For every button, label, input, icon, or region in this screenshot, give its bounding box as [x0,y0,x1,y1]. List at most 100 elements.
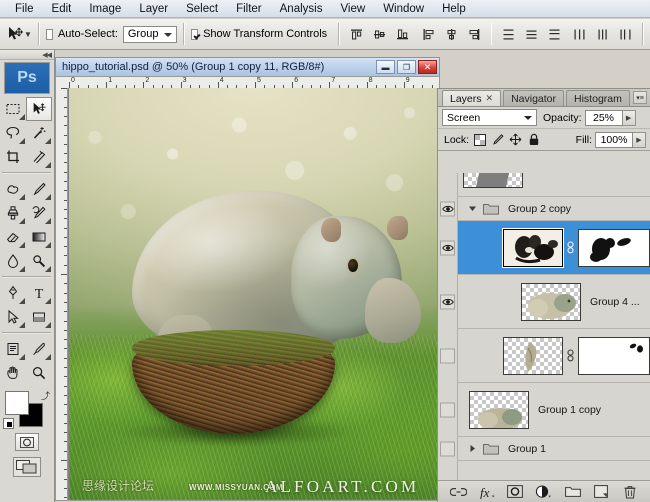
path-selection-tool[interactable] [0,305,26,329]
menu-item-select[interactable]: Select [177,2,227,16]
table-row[interactable]: Group 4 ... [438,275,650,329]
menu-item-help[interactable]: Help [433,2,475,16]
menu-item-view[interactable]: View [331,2,374,16]
new-layer-icon[interactable] [592,484,610,500]
eye-icon-off[interactable] [440,402,455,417]
distribute-left-edges-icon[interactable] [569,24,590,45]
fill-slider-arrow-icon[interactable]: ▶ [633,132,646,148]
table-row[interactable] [438,221,650,275]
add-layer-mask-icon[interactable] [506,484,524,500]
eye-icon[interactable] [440,294,455,309]
opacity-slider-arrow-icon[interactable]: ▶ [623,110,636,126]
align-horizontal-centers-icon[interactable] [441,24,462,45]
menu-item-edit[interactable]: Edit [43,2,81,16]
gradient-tool[interactable] [26,225,52,249]
hand-tool[interactable] [0,361,26,385]
move-tool[interactable] [26,97,52,121]
fill-input[interactable]: 100% [595,132,633,148]
lock-image-pixels-icon[interactable] [490,132,505,147]
eye-icon[interactable] [440,240,455,255]
align-left-edges-icon[interactable] [418,24,439,45]
distribute-horizontal-centers-icon[interactable] [592,24,613,45]
menu-item-layer[interactable]: Layer [130,2,177,16]
lasso-tool[interactable] [0,121,26,145]
blend-mode-dropdown[interactable]: Screen [442,109,537,126]
menu-item-image[interactable]: Image [80,2,130,16]
link-icon[interactable] [566,349,575,363]
align-vertical-centers-icon[interactable] [369,24,390,45]
eye-icon-off[interactable] [440,441,455,456]
eraser-tool[interactable] [0,225,26,249]
horizontal-type-tool[interactable]: T [26,281,52,305]
eye-icon[interactable] [440,201,455,216]
distribute-vertical-centers-icon[interactable] [521,24,542,45]
menu-item-filter[interactable]: Filter [227,2,271,16]
layer-thumbnail[interactable] [503,337,563,375]
rectangle-shape-tool[interactable] [26,305,52,329]
tab-navigator[interactable]: Navigator [503,90,564,106]
slice-tool[interactable] [26,145,52,169]
zoom-tool[interactable] [26,361,52,385]
close-button[interactable]: ✕ [418,60,437,74]
maximize-button[interactable]: ❐ [397,60,416,74]
menu-item-window[interactable]: Window [374,2,433,16]
layer-thumbnail[interactable] [521,283,581,321]
panel-menu-icon[interactable]: ▾≡ [633,91,647,104]
auto-select-checkbox[interactable] [46,29,53,40]
blur-tool[interactable] [0,249,26,273]
lock-all-icon[interactable] [526,132,541,147]
rectangular-marquee-tool[interactable] [0,97,26,121]
menu-item-file[interactable]: File [6,2,43,16]
menu-item-analysis[interactable]: Analysis [271,2,332,16]
tool-preset-chevron-icon[interactable]: ▼ [24,23,32,45]
layer-thumbnail[interactable] [503,229,563,267]
foreground-color-swatch[interactable] [5,391,29,415]
table-row[interactable] [438,173,650,197]
table-row[interactable]: Group 1 copy [438,383,650,437]
auto-select-dropdown[interactable]: Group [123,26,177,43]
notes-tool[interactable] [0,337,26,361]
table-row[interactable]: Group 2 copy [438,197,650,221]
table-row[interactable]: Group 1 [438,437,650,461]
expand-triangle-icon[interactable] [467,204,477,213]
move-tool-icon[interactable] [6,22,24,46]
layer-thumbnail[interactable] [469,391,529,429]
distribute-top-edges-icon[interactable] [498,24,519,45]
link-icon[interactable] [566,241,575,255]
lock-transparent-pixels-icon[interactable] [472,132,487,147]
tab-layers[interactable]: Layers ✕ [442,90,501,106]
default-colors-icon[interactable] [3,418,14,429]
opacity-input[interactable]: 25% [585,110,623,126]
minimize-button[interactable]: ▬ [376,60,395,74]
swap-colors-icon[interactable]: ⤴ [41,389,50,402]
magic-wand-tool[interactable] [26,121,52,145]
layer-mask-thumbnail[interactable] [578,337,650,375]
collapse-triangle-icon[interactable] [467,444,477,453]
eyedropper-tool[interactable] [26,337,52,361]
align-bottom-edges-icon[interactable] [392,24,413,45]
pen-tool[interactable] [0,281,26,305]
vertical-ruler[interactable] [56,88,68,500]
tab-histogram[interactable]: Histogram [566,90,630,106]
dodge-tool[interactable] [26,249,52,273]
brush-tool[interactable] [26,177,52,201]
document-title-bar[interactable]: hippo_tutorial.psd @ 50% (Group 1 copy 1… [55,57,440,76]
layer-style-fx-icon[interactable]: fx [478,484,496,500]
layer-thumbnail[interactable] [463,173,523,188]
show-transform-controls-checkbox[interactable] [191,29,198,40]
canvas[interactable]: 思缘设计论坛 WWW.MISSYUAN.COM ALFOART.COM [69,88,439,500]
close-icon[interactable]: ✕ [486,93,494,104]
layer-list[interactable]: Group 2 copy [438,173,650,480]
toolbox-collapse-handle[interactable]: ◀◀ [0,50,54,60]
new-adjustment-layer-icon[interactable] [535,484,553,500]
layer-mask-thumbnail[interactable] [578,229,650,267]
eye-icon-off[interactable] [440,348,455,363]
history-brush-tool[interactable] [26,201,52,225]
crop-tool[interactable] [0,145,26,169]
distribute-bottom-edges-icon[interactable] [544,24,565,45]
change-screen-mode-icon[interactable] [13,457,41,477]
edit-in-quick-mask-mode-icon[interactable] [15,433,39,451]
link-layers-icon[interactable] [449,484,467,500]
align-right-edges-icon[interactable] [464,24,485,45]
delete-layer-icon[interactable] [621,484,639,500]
